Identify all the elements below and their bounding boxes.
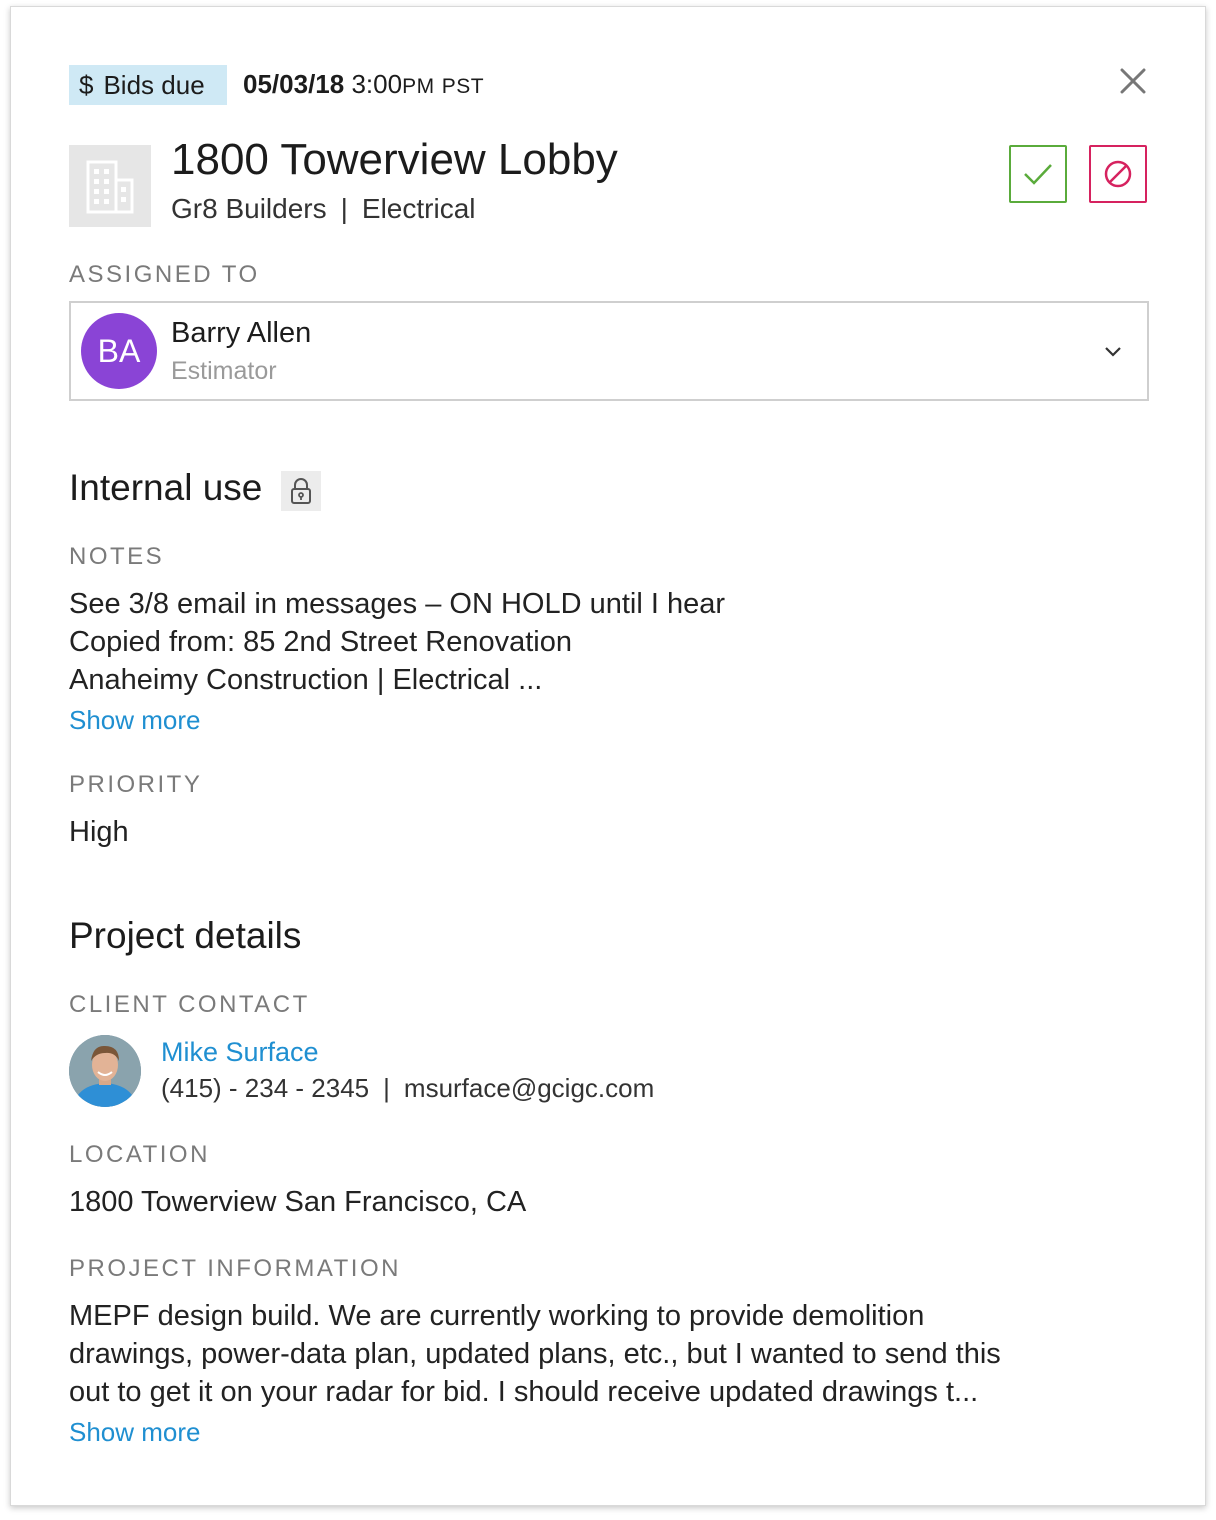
location-value: 1800 Towerview San Francisco, CA [69,1186,527,1218]
location-label: LOCATION [69,1141,210,1168]
close-icon [1120,68,1146,94]
priority-value: High [69,816,129,848]
contact-separator: | [383,1073,390,1103]
assignee-select[interactable]: BA Barry Allen Estimator [69,301,1149,401]
building-icon [86,160,134,214]
accept-button[interactable] [1009,145,1067,203]
notes-line: See 3/8 email in messages – ON HOLD unti… [69,588,726,620]
bids-due-label: Bids due [103,69,205,100]
internal-use-heading: Internal use [69,467,263,508]
contact-phone: (415) - 234 - 2345 [161,1073,370,1103]
project-info-line: out to get it on your radar for bid. I s… [69,1376,979,1408]
contact-avatar [69,1035,141,1107]
person-photo-icon [69,1035,141,1107]
project-info-line: MEPF design build. We are currently work… [69,1300,925,1332]
decline-button[interactable] [1089,145,1147,203]
due-date: 05/03/18 [243,69,345,99]
company-name: Gr8 Builders [171,193,327,224]
notes-line: Anaheimy Construction | Electrical ... [69,664,543,696]
project-info-label: PROJECT INFORMATION [69,1255,401,1282]
due-timezone: PST [441,75,485,98]
bids-due-badge: $ Bids due [69,65,227,105]
project-subtitle: Gr8 Builders | Electrical [171,193,476,225]
contact-email: msurface@gcigc.com [403,1073,655,1103]
assignee-avatar: BA [81,313,157,389]
block-icon [1104,160,1132,188]
contact-name-link[interactable]: Mike Surface [161,1037,319,1068]
project-info-show-more-link[interactable]: Show more [69,1417,201,1448]
chevron-down-icon [1105,347,1121,357]
priority-label: PRIORITY [69,771,203,798]
assignee-role: Estimator [171,357,277,385]
due-time: 3:00 [351,69,403,99]
client-contact-label: CLIENT CONTACT [69,991,310,1018]
project-thumbnail [69,145,151,227]
trade-name: Electrical [361,193,476,224]
project-info-line: drawings, power-data plan, updated plans… [69,1338,1001,1370]
subtitle-separator: | [340,193,348,224]
due-datetime: 05/03/18 3:00PM PST [243,69,484,100]
notes-line: Copied from: 85 2nd Street Renovation [69,626,572,658]
assignee-name: Barry Allen [171,317,312,349]
lock-icon [291,478,311,504]
lock-badge [281,471,321,511]
due-ampm: PM [402,75,435,98]
contact-info: (415) - 234 - 2345 | msurface@gcigc.com [161,1073,654,1104]
assigned-to-label: ASSIGNED TO [69,261,260,288]
project-details-heading: Project details [69,915,302,956]
dollar-icon: $ [79,69,94,100]
notes-label: NOTES [69,543,165,570]
project-title: 1800 Towerview Lobby [171,135,618,184]
check-icon [1024,164,1052,185]
close-button[interactable] [1115,63,1151,99]
bid-detail-panel: $ Bids due 05/03/18 3:00PM PST 1800 Towe… [10,6,1206,1506]
notes-show-more-link[interactable]: Show more [69,705,201,736]
